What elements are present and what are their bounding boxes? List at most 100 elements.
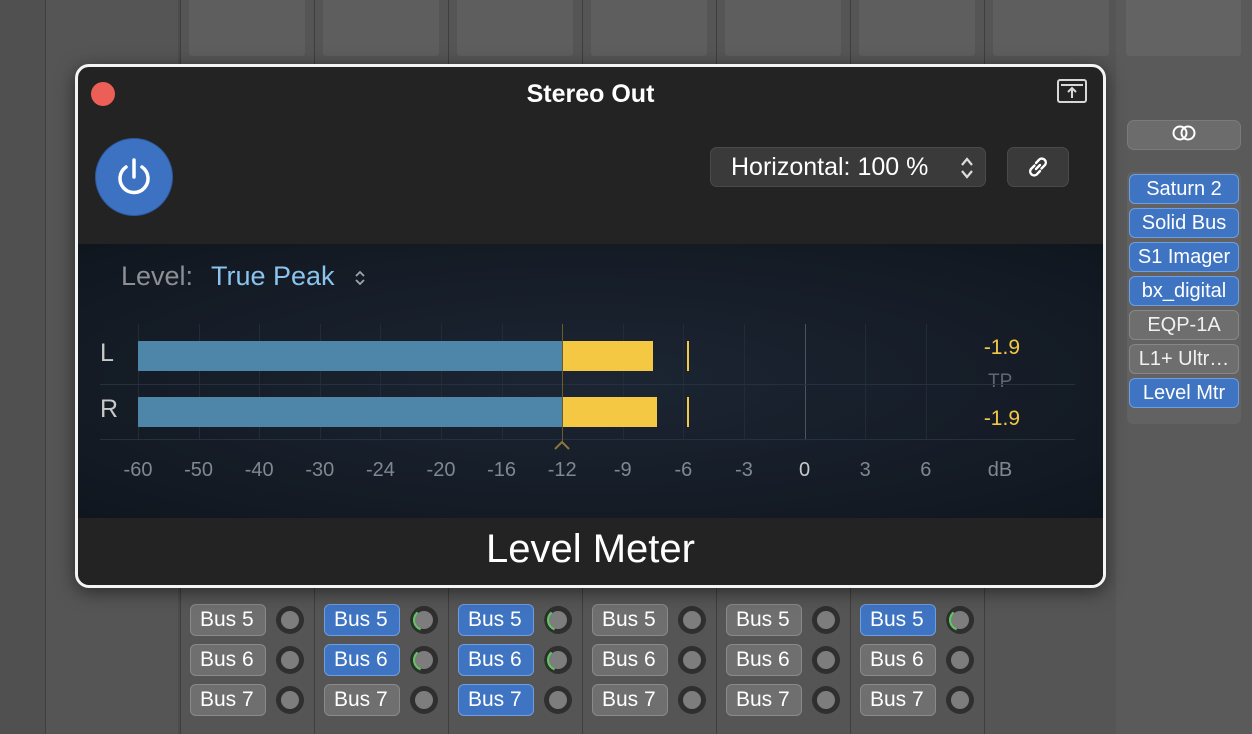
insert-plugin-slot[interactable]: Solid Bus [1129,208,1239,238]
send-level-knob[interactable] [946,606,974,634]
scale-tick-label: -30 [305,459,335,481]
plugin-window: Stereo Out Horizontal: 100 % Level: True… [75,64,1106,588]
level-bar-blue [138,397,563,427]
send-bus-button[interactable]: Bus 5 [860,604,936,636]
scale-tick-label: 3 [859,459,871,481]
scale-tick-label: -20 [426,459,456,481]
send-level-knob[interactable] [946,686,974,714]
updown-chevron-icon [959,155,975,188]
send-level-knob[interactable] [812,606,840,634]
level-meter-display: Level: True Peak -1.9 TP -1.9 L R -60 -50 -4… [78,244,1103,518]
insert-plugin-slot[interactable]: S1 Imager [1129,242,1239,272]
scale-tick-label: -6 [674,459,693,481]
window-title: Stereo Out [526,80,655,108]
insert-plugin-slot[interactable]: Level Mtr [1129,378,1239,408]
send-bus-button[interactable]: Bus 7 [726,684,802,716]
meter-gridline [865,324,867,439]
meter-gridline [744,324,745,439]
scale-tick-label: 0 [799,459,811,481]
scale-tick-label: -9 [613,459,632,481]
meter-gridline [100,439,1075,440]
scale-tick-label: -3 [735,459,753,481]
send-bus-button[interactable]: Bus 7 [458,684,534,716]
send-bus-button[interactable]: Bus 7 [190,684,266,716]
send-level-knob[interactable] [276,606,304,634]
level-bar-yellow [562,397,658,427]
send-bus-button[interactable]: Bus 7 [324,684,400,716]
scale-tick-label: -40 [244,459,274,481]
send-bus-button[interactable]: Bus 6 [190,644,266,676]
send-bus-button[interactable]: Bus 6 [458,644,534,676]
scale-tick-label: -16 [487,459,517,481]
send-bus-button[interactable]: Bus 5 [726,604,802,636]
scale-tick-label: -50 [184,459,214,481]
power-button[interactable] [96,139,172,215]
send-level-knob[interactable] [544,686,572,714]
level-label: Level: [121,261,194,291]
channel-slot [725,0,841,56]
channel-label: R [100,395,119,423]
channel-slot [323,0,439,56]
send-level-knob[interactable] [276,646,304,674]
send-level-knob[interactable] [946,646,974,674]
channel-slot [189,0,305,56]
updown-chevron-icon[interactable] [353,268,367,293]
send-level-knob[interactable] [678,646,706,674]
channel-slot [993,0,1109,56]
send-level-knob[interactable] [410,646,438,674]
target-level-line [562,324,564,444]
plugin-name: Level Meter [78,518,1103,585]
insert-plugin-list: Saturn 2 Solid Bus S1 Imager bx_digital EQP-… [1127,172,1241,424]
stereo-link-button[interactable] [1127,120,1241,150]
peak-type-label: TP [988,371,1013,392]
scale-tick-label: -60 [123,459,153,481]
send-level-knob[interactable] [410,606,438,634]
scale-tick-label: -24 [365,459,395,481]
meter-gridline [925,324,927,439]
link-button[interactable] [1007,147,1069,187]
export-icon[interactable] [1057,79,1087,103]
meter-gridline [100,384,1075,385]
send-level-knob[interactable] [276,686,304,714]
mixer-edge [0,0,46,734]
send-bus-button[interactable]: Bus 5 [324,604,400,636]
send-level-knob[interactable] [678,686,706,714]
insert-plugin-slot[interactable]: L1+ Ultr… [1129,344,1239,374]
power-icon [118,158,150,195]
level-bar-blue [138,341,563,371]
view-size-label: Horizontal: 100 % [731,152,929,181]
channel-slot [457,0,573,56]
link-icon [1029,157,1047,177]
send-level-knob[interactable] [678,606,706,634]
scale-tick-label: -12 [547,459,577,481]
peak-hold-marker [687,341,690,371]
output-slot [1126,0,1241,56]
peak-value-right: -1.9 [983,407,1020,430]
send-bus-button[interactable]: Bus 7 [860,684,936,716]
insert-plugin-slot[interactable]: EQP-1A [1129,310,1239,340]
insert-plugin-slot[interactable]: bx_digital [1129,276,1239,306]
send-bus-button[interactable]: Bus 7 [592,684,668,716]
meter-gridline [804,324,806,439]
send-bus-button[interactable]: Bus 6 [324,644,400,676]
meter-gridline [683,324,685,439]
send-bus-button[interactable]: Bus 5 [458,604,534,636]
level-mode-select[interactable]: True Peak [211,261,335,292]
insert-plugin-slot[interactable]: Saturn 2 [1129,174,1239,204]
send-bus-button[interactable]: Bus 5 [592,604,668,636]
peak-hold-marker [687,397,690,427]
send-level-knob[interactable] [812,686,840,714]
send-level-knob[interactable] [410,686,438,714]
channel-label: L [100,339,114,367]
stereo-link-icon [1171,124,1197,147]
send-bus-button[interactable]: Bus 6 [860,644,936,676]
send-level-knob[interactable] [544,646,572,674]
view-size-select[interactable]: Horizontal: 100 % [710,147,986,187]
scale-unit-label: dB [987,459,1013,481]
send-bus-button[interactable]: Bus 5 [190,604,266,636]
send-level-knob[interactable] [544,606,572,634]
target-level-caret-icon[interactable] [553,438,571,456]
send-level-knob[interactable] [812,646,840,674]
send-bus-button[interactable]: Bus 6 [592,644,668,676]
send-bus-button[interactable]: Bus 6 [726,644,802,676]
